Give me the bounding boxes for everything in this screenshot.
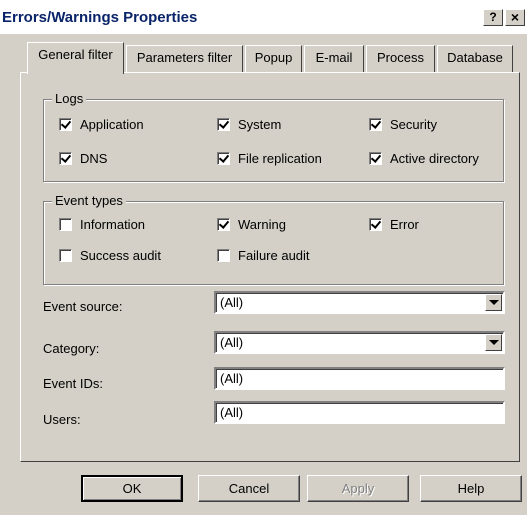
- checkbox-error-box[interactable]: [369, 218, 382, 231]
- ok-button[interactable]: OK: [81, 475, 183, 502]
- help-icon[interactable]: ?: [483, 9, 503, 26]
- checkbox-security-box[interactable]: [369, 118, 382, 131]
- properties-dialog: Errors/Warnings Properties ? × General f…: [0, 0, 527, 515]
- checkbox-active-directory-box[interactable]: [369, 152, 382, 165]
- checkbox-file-replication-label: File replication: [238, 151, 322, 166]
- event-types-group-label: Event types: [52, 193, 126, 208]
- checkbox-system-label: System: [238, 117, 282, 132]
- category-label: Category:: [43, 341, 100, 356]
- cancel-button[interactable]: Cancel: [198, 475, 300, 502]
- checkbox-failure-audit-label: Failure audit: [238, 248, 310, 263]
- event-source-label: Event source:: [43, 299, 123, 314]
- event-source-value: (All): [220, 295, 244, 310]
- logs-group-label: Logs: [52, 91, 87, 106]
- checkbox-dns-box[interactable]: [59, 152, 72, 165]
- checkbox-success-audit[interactable]: Success audit: [59, 248, 161, 263]
- event-types-group: Event types: [43, 193, 504, 285]
- event-source-dropdown-icon[interactable]: [485, 294, 502, 311]
- tab-popup[interactable]: Popup: [245, 45, 302, 72]
- tab-email[interactable]: E-mail: [304, 45, 364, 72]
- checkbox-application-label: Application: [80, 117, 144, 132]
- users-value: (All): [220, 405, 244, 420]
- tab-parameters-filter[interactable]: Parameters filter: [126, 45, 243, 72]
- checkbox-warning[interactable]: Warning: [217, 217, 286, 232]
- checkbox-information-label: Information: [80, 217, 146, 232]
- checkbox-system[interactable]: System: [217, 117, 281, 132]
- tab-general-filter[interactable]: General filter: [27, 42, 124, 74]
- help-button[interactable]: Help: [420, 475, 522, 502]
- checkbox-warning-box[interactable]: [217, 218, 230, 231]
- checkbox-active-directory[interactable]: Active directory: [369, 151, 479, 166]
- checkbox-success-audit-box[interactable]: [59, 249, 72, 262]
- checkbox-information-box[interactable]: [59, 218, 72, 231]
- event-ids-label: Event IDs:: [43, 376, 103, 391]
- checkbox-error-label: Error: [390, 217, 419, 232]
- checkbox-failure-audit[interactable]: Failure audit: [217, 248, 310, 263]
- checkbox-application-box[interactable]: [59, 118, 72, 131]
- window-title: Errors/Warnings Properties: [2, 9, 198, 26]
- close-icon[interactable]: ×: [505, 9, 525, 26]
- event-source-select[interactable]: (All): [214, 291, 505, 314]
- checkbox-system-box[interactable]: [217, 118, 230, 131]
- logs-group: Logs: [43, 91, 504, 182]
- title-bar: Errors/Warnings Properties ? ×: [0, 0, 527, 34]
- checkbox-error[interactable]: Error: [369, 217, 419, 232]
- checkbox-failure-audit-box[interactable]: [217, 249, 230, 262]
- checkbox-dns[interactable]: DNS: [59, 151, 107, 166]
- users-label: Users:: [43, 412, 81, 427]
- checkbox-dns-label: DNS: [80, 151, 108, 166]
- checkbox-active-directory-label: Active directory: [390, 151, 479, 166]
- users-input[interactable]: (All): [214, 401, 505, 424]
- tab-process[interactable]: Process: [366, 45, 435, 72]
- checkbox-warning-label: Warning: [238, 217, 286, 232]
- checkbox-file-replication-box[interactable]: [217, 152, 230, 165]
- category-dropdown-icon[interactable]: [485, 334, 502, 351]
- apply-button[interactable]: Apply: [307, 475, 409, 502]
- event-ids-value: (All): [220, 371, 244, 386]
- checkbox-information[interactable]: Information: [59, 217, 145, 232]
- checkbox-file-replication[interactable]: File replication: [217, 151, 322, 166]
- category-value: (All): [220, 335, 244, 350]
- event-ids-input[interactable]: (All): [214, 367, 505, 390]
- checkbox-security[interactable]: Security: [369, 117, 437, 132]
- tab-database[interactable]: Database: [437, 45, 513, 72]
- checkbox-security-label: Security: [390, 117, 437, 132]
- checkbox-success-audit-label: Success audit: [80, 248, 161, 263]
- category-select[interactable]: (All): [214, 331, 505, 354]
- checkbox-application[interactable]: Application: [59, 117, 144, 132]
